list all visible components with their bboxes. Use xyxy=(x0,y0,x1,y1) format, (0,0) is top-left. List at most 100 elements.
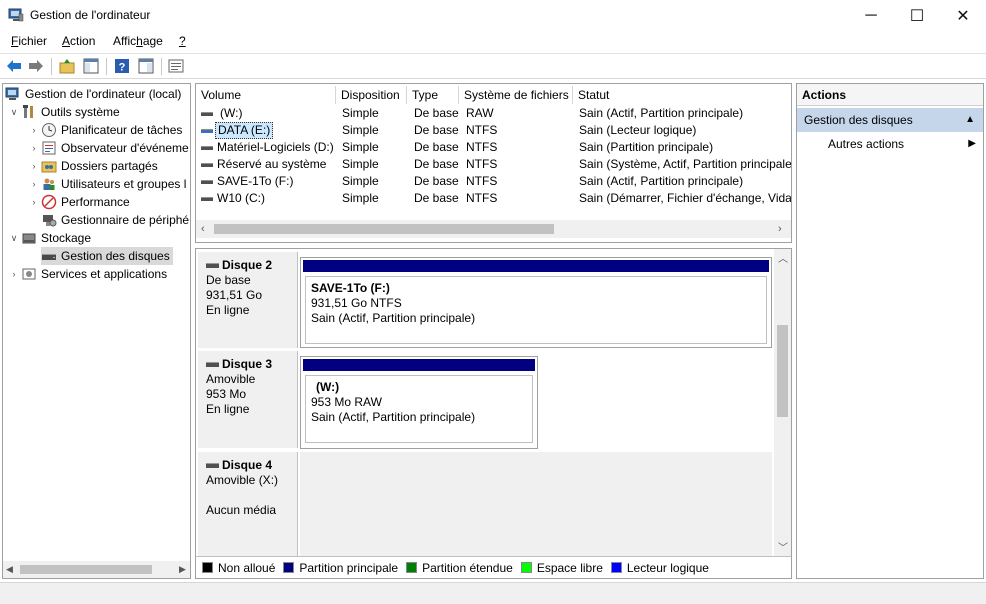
show-hide-tree-icon[interactable] xyxy=(82,57,100,75)
drive-icon xyxy=(201,129,213,133)
volume-type: De base xyxy=(414,157,459,171)
scroll-right-icon[interactable]: › xyxy=(778,223,782,235)
scroll-up-icon[interactable]: ︿ xyxy=(778,250,788,265)
scrollbar-thumb[interactable] xyxy=(777,325,788,417)
tree-item-services-applications[interactable]: › Services et applications xyxy=(7,265,168,283)
disk-2-info[interactable]: Disque 2 De base 931,51 Go En ligne xyxy=(198,252,298,348)
chevron-right-icon[interactable]: › xyxy=(27,161,41,171)
partition-details[interactable]: (W:) 953 Mo RAW Sain (Actif, Partition p… xyxy=(305,375,533,443)
table-row[interactable]: W10 (C:) Simple De base NTFS Sain (Démar… xyxy=(196,190,791,207)
tree-item-local-users-groups[interactable]: › Utilisateurs et groupes l xyxy=(27,175,187,193)
column-header-volume[interactable]: Volume xyxy=(196,86,336,104)
disk-vertical-scrollbar[interactable]: ︿ ﹀ xyxy=(774,249,791,578)
legend-swatch xyxy=(283,562,295,573)
menu-help[interactable]: ? xyxy=(179,34,186,48)
computer-management-icon xyxy=(8,8,24,22)
collapse-arrow-icon[interactable]: ▲ xyxy=(965,108,975,132)
scroll-left-icon[interactable]: ◀ xyxy=(6,564,13,575)
up-folder-icon[interactable] xyxy=(58,57,76,75)
action-pane-icon[interactable] xyxy=(137,57,155,75)
help-icon[interactable]: ? xyxy=(113,57,131,75)
menu-fichier[interactable]: Fichier xyxy=(11,34,47,48)
legend-swatch xyxy=(406,562,418,573)
table-row-selected[interactable]: DATA (E:) Simple De base NTFS Sain (Lect… xyxy=(196,122,791,139)
legend-swatch xyxy=(520,562,532,573)
drive-icon xyxy=(201,197,213,201)
volume-filesystem: NTFS xyxy=(466,174,498,188)
tree-item-event-viewer[interactable]: › Observateur d'événeme xyxy=(27,139,189,157)
menu-affichage[interactable]: Affichage xyxy=(113,34,163,48)
chevron-down-icon[interactable]: ∨ xyxy=(7,107,21,118)
tree-item-storage[interactable]: ∨ Stockage xyxy=(7,229,91,247)
partition-name: (W:) xyxy=(316,380,340,394)
back-arrow-icon[interactable] xyxy=(5,57,23,75)
scroll-right-icon[interactable]: ▶ xyxy=(179,564,186,575)
actions-group-disk-management[interactable]: Gestion des disques ▲ xyxy=(797,108,983,132)
volume-status: Sain (Lecteur logique) xyxy=(579,123,697,137)
disk-3-info[interactable]: Disque 3 Amovible 953 Mo En ligne xyxy=(198,351,298,448)
disk-name: Disque 4 xyxy=(222,458,273,472)
chevron-right-icon[interactable]: › xyxy=(7,269,21,279)
drive-icon xyxy=(201,112,213,116)
disk-2-partition[interactable]: SAVE-1To (F:) 931,51 Go NTFS Sain (Actif… xyxy=(300,257,772,348)
volume-status: Sain (Partition principale) xyxy=(579,140,714,154)
tree-item-label: Gestion des disques xyxy=(61,249,170,263)
actions-group-label: Gestion des disques xyxy=(804,113,913,127)
properties-icon[interactable] xyxy=(167,57,185,75)
volume-disposition: Simple xyxy=(342,157,379,171)
volume-name: (W:) xyxy=(220,106,243,120)
disk-state: En ligne xyxy=(206,303,250,317)
volume-type: De base xyxy=(414,140,459,154)
title-bar: Gestion de l'ordinateur ─ ☐ ✕ xyxy=(0,0,986,31)
disk-size: 931,51 Go xyxy=(206,288,263,302)
column-header-disposition[interactable]: Disposition xyxy=(336,86,407,104)
scrollbar-thumb[interactable] xyxy=(214,224,554,234)
scrollbar-thumb[interactable] xyxy=(20,565,152,574)
maximize-button[interactable]: ☐ xyxy=(894,0,940,31)
tree-item-disk-management[interactable]: Gestion des disques xyxy=(41,247,173,265)
forward-arrow-icon[interactable] xyxy=(27,57,45,75)
column-header-status[interactable]: Statut xyxy=(573,86,791,104)
legend-label: Partition étendue xyxy=(422,560,513,575)
volume-filesystem: NTFS xyxy=(466,157,498,171)
disk-4-info[interactable]: Disque 4 Amovible (X:) Aucun média xyxy=(198,452,298,556)
legend-item: Espace libre xyxy=(520,561,603,575)
chevron-right-icon[interactable]: › xyxy=(27,179,41,189)
table-row[interactable]: SAVE-1To (F:) Simple De base NTFS Sain (… xyxy=(196,173,791,190)
column-header-filesystem[interactable]: Système de fichiers xyxy=(459,86,573,104)
tree-item-performance[interactable]: › Performance xyxy=(27,193,130,211)
volume-filesystem: NTFS xyxy=(466,191,498,205)
disk-size xyxy=(206,488,289,503)
chevron-right-icon[interactable]: › xyxy=(27,197,41,207)
chevron-right-icon[interactable]: › xyxy=(27,125,41,135)
scroll-down-icon[interactable]: ﹀ xyxy=(778,539,788,554)
volume-filesystem: RAW xyxy=(466,106,494,120)
disk-icon xyxy=(206,263,219,268)
partition-details[interactable]: SAVE-1To (F:) 931,51 Go NTFS Sain (Actif… xyxy=(305,276,767,344)
tree-item-shared-folders[interactable]: › Dossiers partagés xyxy=(27,157,158,175)
tree-item-task-scheduler[interactable]: › Planificateur de tâches xyxy=(27,121,182,139)
tree-item-computer-management[interactable]: Gestion de l'ordinateur (local) xyxy=(5,85,181,103)
table-row[interactable]: Matériel-Logiciels (D:) Simple De base N… xyxy=(196,139,791,156)
table-row[interactable]: Réservé au système Simple De base NTFS S… xyxy=(196,156,791,173)
volume-type: De base xyxy=(414,123,459,137)
volume-status: Sain (Système, Actif, Partition principa… xyxy=(579,157,791,171)
volume-horizontal-scrollbar[interactable]: ‹ › xyxy=(196,220,791,238)
tree-item-system-tools[interactable]: ∨ Outils système xyxy=(7,103,120,121)
scroll-left-icon[interactable]: ‹ xyxy=(201,223,205,235)
minimize-button[interactable]: ─ xyxy=(848,0,894,31)
tree-horizontal-scrollbar[interactable]: ◀ ▶ xyxy=(3,561,190,578)
column-header-type[interactable]: Type xyxy=(407,86,459,104)
more-actions-item[interactable]: Autres actions ▶ xyxy=(828,135,980,153)
tree-item-device-manager[interactable]: Gestionnaire de périphé xyxy=(41,211,189,229)
disk-icon xyxy=(206,362,219,367)
table-row[interactable]: (W:) Simple De base RAW Sain (Actif, Par… xyxy=(196,105,791,122)
chevron-right-icon[interactable]: › xyxy=(27,143,41,153)
menu-bar: Fichier Action Affichage ? xyxy=(0,31,986,52)
tools-icon xyxy=(21,104,37,120)
volume-disposition: Simple xyxy=(342,191,379,205)
chevron-down-icon[interactable]: ∨ xyxy=(7,233,21,244)
close-button[interactable]: ✕ xyxy=(940,0,986,31)
menu-action[interactable]: Action xyxy=(62,34,95,48)
disk-3-partition[interactable]: (W:) 953 Mo RAW Sain (Actif, Partition p… xyxy=(300,356,538,449)
